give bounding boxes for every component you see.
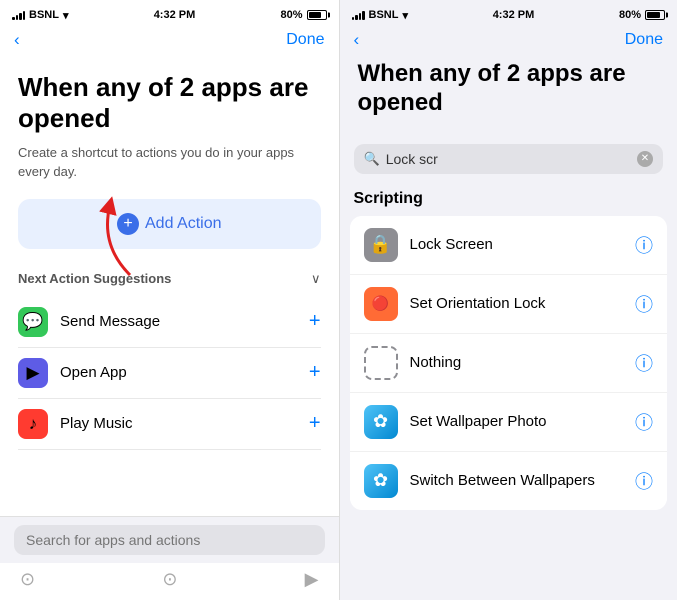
forward-media-icon[interactable]: ⊙	[162, 569, 177, 590]
send-message-label: Send Message	[60, 313, 160, 330]
nav-bar-right: ‹ Done	[340, 28, 677, 56]
play-music-icon: ♪	[18, 409, 48, 439]
carrier-left: BSNL	[29, 9, 59, 21]
bottom-toolbar: ⊙ ⊙ ▶	[0, 563, 339, 600]
play-music-label: Play Music	[60, 415, 133, 432]
chevron-icon[interactable]: ∨	[311, 271, 321, 287]
set-orientation-info-button[interactable]: ⓘ	[635, 291, 653, 317]
switch-wallpaper-icon: ✿	[364, 464, 398, 498]
signal-icon-right	[352, 10, 365, 20]
search-input-right[interactable]	[386, 151, 631, 167]
wifi-icon-left: ▾	[63, 9, 69, 22]
time-left: 4:32 PM	[154, 9, 196, 21]
set-wallpaper-label: Set Wallpaper Photo	[410, 413, 624, 430]
switch-wallpaper-label: Switch Between Wallpapers	[410, 472, 624, 489]
battery-percent-right: 80%	[619, 9, 641, 21]
search-input-left[interactable]	[14, 525, 325, 555]
right-heading-container: When any of 2 apps are opened	[340, 56, 677, 138]
search-icon: 🔍	[364, 151, 380, 167]
battery-percent-left: 80%	[280, 9, 302, 21]
nothing-icon	[364, 346, 398, 380]
add-open-app-button[interactable]: +	[309, 361, 321, 384]
set-wallpaper-info-button[interactable]: ⓘ	[635, 409, 653, 435]
lock-screen-info-button[interactable]: ⓘ	[635, 232, 653, 258]
list-item[interactable]: ✿ Switch Between Wallpapers ⓘ	[350, 452, 668, 510]
results-list: 🔒 Lock Screen ⓘ 🔴 Set Orientation Lock ⓘ…	[350, 216, 668, 510]
left-subtext: Create a shortcut to actions you do in y…	[18, 144, 321, 180]
nothing-label: Nothing	[410, 354, 624, 371]
carrier-right: BSNL	[369, 9, 399, 21]
back-media-icon[interactable]: ⊙	[20, 569, 35, 590]
list-item: ♪ Play Music +	[18, 399, 321, 450]
done-button-left[interactable]: Done	[286, 31, 324, 49]
left-content: When any of 2 apps are opened Create a s…	[0, 56, 339, 516]
lock-screen-label: Lock Screen	[410, 236, 624, 253]
clear-search-button[interactable]: ✕	[637, 151, 653, 167]
status-bar-right: BSNL ▾ 4:32 PM 80%	[340, 0, 677, 28]
search-box: 🔍 ✕	[354, 144, 664, 174]
add-send-message-button[interactable]: +	[309, 310, 321, 333]
set-orientation-icon: 🔴	[364, 287, 398, 321]
nav-bar-left: ‹ Done	[0, 28, 339, 56]
back-button-right[interactable]: ‹	[354, 30, 360, 50]
list-item[interactable]: ✿ Set Wallpaper Photo ⓘ	[350, 393, 668, 452]
time-right: 4:32 PM	[493, 9, 535, 21]
add-action-button[interactable]: + Add Action	[18, 199, 321, 249]
wifi-icon-right: ▾	[402, 9, 408, 22]
list-item: 💬 Send Message +	[18, 297, 321, 348]
status-bar-left: BSNL ▾ 4:32 PM 80%	[0, 0, 339, 28]
list-item[interactable]: 🔴 Set Orientation Lock ⓘ	[350, 275, 668, 334]
back-button-left[interactable]: ‹	[14, 30, 20, 50]
switch-wallpaper-info-button[interactable]: ⓘ	[635, 468, 653, 494]
next-action-header: Next Action Suggestions ∨	[18, 271, 321, 287]
list-item[interactable]: 🔒 Lock Screen ⓘ	[350, 216, 668, 275]
list-item[interactable]: Nothing ⓘ	[350, 334, 668, 393]
open-app-icon: ▶	[18, 358, 48, 388]
battery-icon-left	[307, 10, 327, 20]
set-wallpaper-icon: ✿	[364, 405, 398, 439]
battery-icon-right	[645, 10, 665, 20]
open-app-label: Open App	[60, 364, 127, 381]
set-orientation-label: Set Orientation Lock	[410, 295, 624, 312]
left-heading: When any of 2 apps are opened	[18, 72, 321, 134]
play-icon[interactable]: ▶	[305, 569, 319, 590]
lock-screen-icon: 🔒	[364, 228, 398, 262]
red-arrow-left	[70, 195, 150, 285]
nothing-info-button[interactable]: ⓘ	[635, 350, 653, 376]
add-play-music-button[interactable]: +	[309, 412, 321, 435]
add-action-label: Add Action	[145, 215, 222, 233]
scripting-header: Scripting	[340, 184, 677, 216]
signal-icon	[12, 10, 25, 20]
send-message-icon: 💬	[18, 307, 48, 337]
right-heading: When any of 2 apps are opened	[358, 60, 660, 118]
list-item: ▶ Open App +	[18, 348, 321, 399]
search-bar-bottom	[0, 516, 339, 563]
search-top-container: 🔍 ✕	[354, 144, 664, 174]
done-button-right[interactable]: Done	[625, 31, 663, 49]
